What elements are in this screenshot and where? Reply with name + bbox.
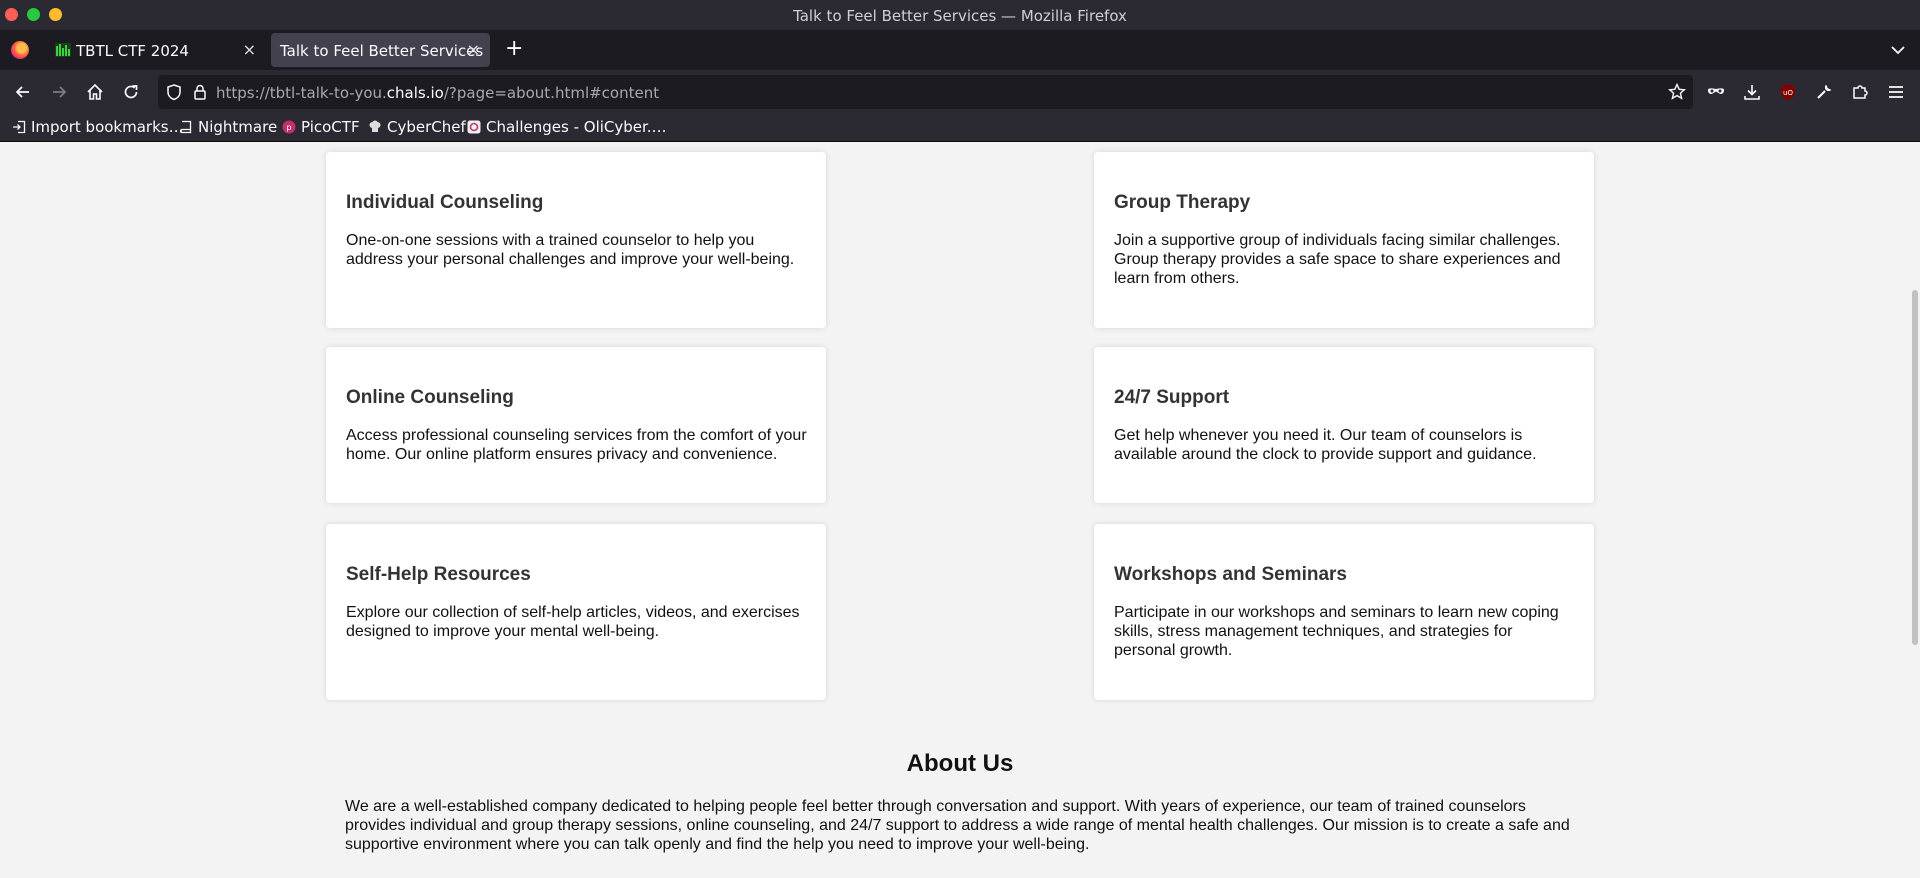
service-card-self-help-resources: Self-Help Resources Explore our collecti… [326, 524, 826, 700]
tracking-protection-shield-icon[interactable] [164, 82, 184, 102]
url-prefix: https://tbtl-talk-to-you. [216, 84, 387, 102]
url-domain: chals.io [386, 84, 444, 102]
about-us-heading: About Us [906, 750, 1014, 777]
svg-text:p: p [286, 123, 291, 132]
home-icon[interactable] [85, 82, 105, 102]
tab-label: TBTL CTF 2024 [76, 42, 189, 60]
url-suffix: /?page=about.html#content [443, 84, 660, 102]
olicyber-icon [467, 120, 481, 134]
bookmarks-toolbar: Import bookmarks… Nightmare p PicoCTF Cy… [0, 114, 1920, 142]
url-bar[interactable]: https://tbtl-talk-to-you.chals.io/?page=… [158, 75, 1693, 109]
import-icon [13, 120, 26, 134]
service-card-text: One-on-one sessions with a trained couns… [346, 232, 795, 268]
book-icon [179, 120, 192, 134]
service-card-title: 24/7 Support [1114, 387, 1230, 408]
service-card-title: Self-Help Resources [346, 564, 531, 585]
tab-close-icon[interactable]: × [243, 40, 256, 59]
firefox-menu-icon[interactable] [11, 41, 29, 59]
back-icon[interactable] [13, 82, 33, 102]
bookmark-label: Nightmare [198, 118, 278, 136]
service-card-title: Group Therapy [1114, 192, 1251, 213]
service-card-text: Explore our collection of self-help arti… [346, 604, 800, 640]
chef-hat-icon [369, 120, 381, 132]
service-card-24-7-support: 24/7 Support Get help whenever you need … [1094, 347, 1594, 503]
service-card-title: Workshops and Seminars [1114, 564, 1347, 585]
forward-icon[interactable] [49, 82, 69, 102]
new-tab-button[interactable]: + [505, 38, 523, 60]
service-card-text: Get help whenever you need it. Our team … [1114, 427, 1537, 463]
picoctf-icon: p [282, 120, 296, 134]
lock-icon[interactable] [190, 82, 210, 102]
developer-tools-wrench-icon[interactable] [1814, 82, 1834, 102]
service-card-group-therapy: Group Therapy Join a supportive group of… [1094, 152, 1594, 328]
tab-label: Talk to Feel Better Services [280, 42, 484, 60]
tab-tbtl-ctf[interactable]: TBTL CTF 2024 × [44, 33, 266, 67]
bookmark-label: Challenges - OliCyber.… [486, 118, 667, 136]
reload-icon[interactable] [121, 82, 141, 102]
bookmark-label: PicoCTF [301, 118, 360, 136]
service-card-title: Individual Counseling [346, 192, 544, 213]
service-card-text: Access professional counseling services … [346, 427, 807, 463]
private-browsing-mask-icon[interactable] [1706, 82, 1726, 102]
ublock-origin-icon[interactable]: uO [1778, 82, 1798, 102]
navigation-toolbar: https://tbtl-talk-to-you.chals.io/?page=… [0, 70, 1920, 114]
extensions-puzzle-icon[interactable] [1850, 82, 1870, 102]
page-scrollbar-thumb[interactable] [1912, 290, 1918, 645]
bookmark-star-icon[interactable] [1667, 82, 1687, 102]
tab-talk-to-feel-better[interactable]: Talk to Feel Better Services × [271, 33, 490, 67]
app-menu-hamburger-icon[interactable] [1886, 82, 1906, 102]
service-card-text: Participate in our workshops and seminar… [1114, 604, 1559, 659]
tbtl-favicon-icon [55, 43, 71, 57]
about-us-text: We are a well-established company dedica… [345, 798, 1570, 853]
list-all-tabs-icon[interactable] [1888, 40, 1908, 60]
svg-text:uO: uO [1783, 89, 1793, 97]
service-card-individual-counseling: Individual Counseling One-on-one session… [326, 152, 826, 328]
page-content: Individual Counseling One-on-one session… [0, 143, 1920, 878]
service-card-title: Online Counseling [346, 387, 514, 408]
bookmark-label: Import bookmarks… [31, 118, 184, 136]
window-titlebar: Talk to Feel Better Services — Mozilla F… [0, 0, 1920, 30]
url-text[interactable]: https://tbtl-talk-to-you.chals.io/?page=… [216, 84, 659, 102]
tab-strip: TBTL CTF 2024 × Talk to Feel Better Serv… [0, 30, 1920, 70]
service-card-workshops-and-seminars: Workshops and Seminars Participate in ou… [1094, 524, 1594, 700]
bookmark-label: CyberChef [387, 118, 466, 136]
window-title: Talk to Feel Better Services — Mozilla F… [793, 7, 1127, 25]
service-card-online-counseling: Online Counseling Access professional co… [326, 347, 826, 503]
downloads-icon[interactable] [1742, 82, 1762, 102]
service-card-text: Join a supportive group of individuals f… [1114, 232, 1561, 287]
tab-close-icon[interactable]: × [467, 40, 480, 59]
